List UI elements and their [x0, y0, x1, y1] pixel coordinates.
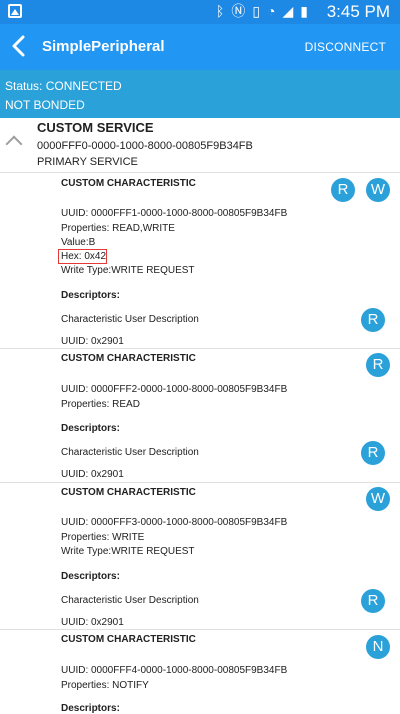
characteristic-uuid: UUID: 0000FFF4-0000-1000-8000-00805F9B34…: [61, 665, 288, 676]
service-uuid: 0000FFF0-0000-1000-8000-00805F9B34FB: [37, 140, 253, 152]
descriptor-uuid: UUID: 0x2901: [61, 469, 124, 480]
divider: [0, 482, 400, 483]
characteristic-title: CUSTOM CHARACTERISTIC: [61, 634, 196, 645]
characteristic-properties: Properties: WRITE: [61, 532, 145, 543]
descriptor-read-button[interactable]: R: [361, 589, 385, 613]
connection-status-panel: Status: CONNECTED NOT BONDED: [0, 70, 400, 118]
battery-icon: ▮: [300, 3, 308, 19]
app-bar: SimplePeripheral DISCONNECT: [0, 24, 400, 70]
write-button[interactable]: W: [366, 178, 390, 202]
characteristic-uuid: UUID: 0000FFF1-0000-1000-8000-00805F9B34…: [61, 208, 288, 219]
signal-icon: ◢: [282, 3, 294, 19]
status-icons: ᛒ Ⓝ ▯ ◔ ◢ ▮: [216, 3, 308, 19]
vibrate-icon: ▯: [252, 3, 261, 19]
connection-status: Status: CONNECTED: [5, 79, 122, 93]
characteristic-uuid: UUID: 0000FFF2-0000-1000-8000-00805F9B34…: [61, 384, 288, 395]
characteristic-write-type: Write Type:WRITE REQUEST: [61, 546, 195, 557]
descriptor-uuid: UUID: 0x2901: [61, 617, 124, 628]
descriptor-uuid: UUID: 0x2901: [61, 336, 124, 347]
service-title: CUSTOM SERVICE: [37, 120, 154, 135]
characteristic-title: CUSTOM CHARACTERISTIC: [61, 353, 196, 364]
service-header[interactable]: CUSTOM SERVICE 0000FFF0-0000-1000-8000-0…: [0, 118, 400, 174]
characteristic-title: CUSTOM CHARACTERISTIC: [61, 178, 196, 189]
descriptors-label: Descriptors:: [61, 703, 120, 714]
characteristic-title: CUSTOM CHARACTERISTIC: [61, 487, 196, 498]
descriptor-read-button[interactable]: R: [361, 441, 385, 465]
descriptor-name: Characteristic User Description: [61, 595, 199, 606]
nfc-icon: Ⓝ: [231, 3, 246, 19]
read-button[interactable]: R: [331, 178, 355, 202]
divider: [0, 172, 400, 173]
system-status-bar: ᛒ Ⓝ ▯ ◔ ◢ ▮ 3:45 PM: [0, 0, 400, 24]
chevron-up-icon[interactable]: [5, 135, 23, 153]
service-type: PRIMARY SERVICE: [37, 156, 138, 168]
characteristic-write-type: Write Type:WRITE REQUEST: [61, 265, 195, 276]
write-button[interactable]: W: [366, 487, 390, 511]
bluetooth-icon: ᛒ: [215, 3, 225, 19]
characteristic-properties: Properties: READ,WRITE: [61, 223, 175, 234]
characteristic-properties: Properties: READ: [61, 399, 140, 410]
wifi-4g-icon: ◔: [267, 3, 276, 19]
bond-status: NOT BONDED: [5, 98, 85, 112]
characteristic-uuid: UUID: 0000FFF3-0000-1000-8000-00805F9B34…: [61, 517, 288, 528]
characteristic-properties: Properties: NOTIFY: [61, 680, 149, 691]
descriptors-label: Descriptors:: [61, 290, 120, 301]
descriptor-name: Characteristic User Description: [61, 314, 199, 325]
image-icon: [8, 4, 22, 18]
descriptors-label: Descriptors:: [61, 423, 120, 434]
notify-button[interactable]: N: [366, 635, 390, 659]
read-button[interactable]: R: [366, 353, 390, 377]
disconnect-button[interactable]: DISCONNECT: [305, 40, 386, 54]
divider: [0, 348, 400, 349]
descriptor-name: Characteristic User Description: [61, 447, 199, 458]
descriptor-read-button[interactable]: R: [361, 308, 385, 332]
divider: [0, 629, 400, 630]
characteristic-value: Value:B: [61, 237, 96, 248]
characteristic-hex: Hex: 0x42: [61, 251, 107, 262]
back-arrow-icon[interactable]: [9, 34, 29, 58]
clock-time: 3:45 PM: [326, 2, 390, 21]
descriptors-label: Descriptors:: [61, 571, 120, 582]
app-title: SimplePeripheral: [42, 38, 165, 55]
